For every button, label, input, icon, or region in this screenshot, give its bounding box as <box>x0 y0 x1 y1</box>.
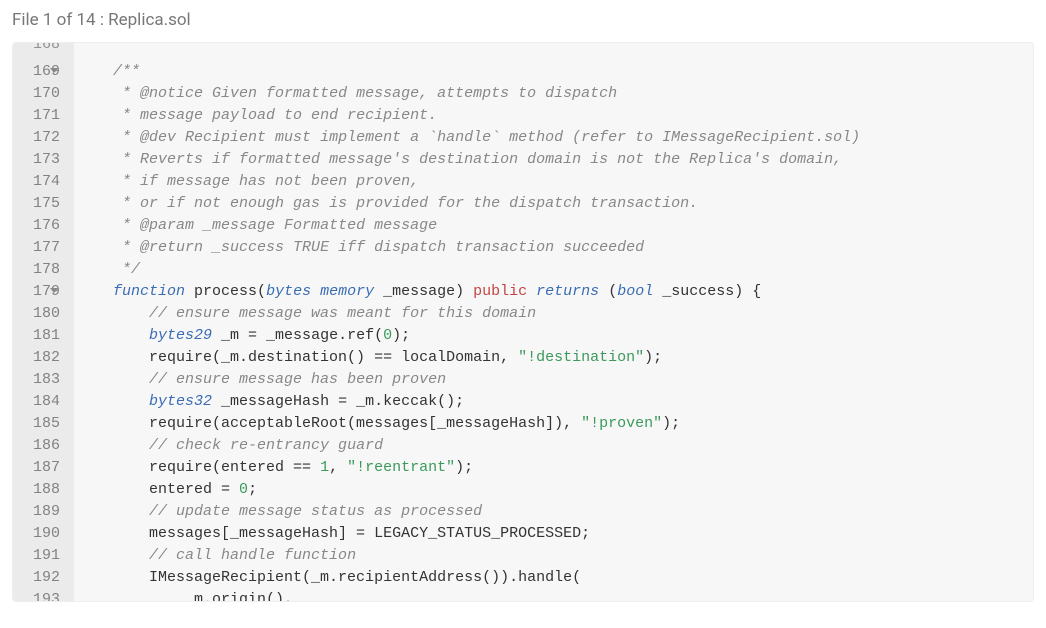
code-line[interactable]: /** <box>86 61 1033 83</box>
line-number: 188 <box>33 479 60 501</box>
code-line[interactable]: * @return _success TRUE iff dispatch tra… <box>86 237 1033 259</box>
code-line[interactable]: bytes32 _messageHash = _m.keccak(); <box>86 391 1033 413</box>
code-editor[interactable]: 1681691701711721731741751761771781791801… <box>12 42 1034 602</box>
code-line[interactable]: require(_m.destination() == localDomain,… <box>86 347 1033 369</box>
fold-arrow-icon[interactable] <box>50 68 58 73</box>
fold-arrow-icon[interactable] <box>50 288 58 293</box>
code-line-cutoff <box>86 43 1033 54</box>
code-line[interactable]: messages[_messageHash] = LEGACY_STATUS_P… <box>86 523 1033 545</box>
line-number: 182 <box>33 347 60 369</box>
line-number: 172 <box>33 127 60 149</box>
code-line[interactable]: entered = 0; <box>86 479 1033 501</box>
line-number: 178 <box>33 259 60 281</box>
code-line[interactable]: IMessageRecipient(_m.recipientAddress())… <box>86 567 1033 589</box>
line-number: 183 <box>33 369 60 391</box>
line-number: 185 <box>33 413 60 435</box>
code-line[interactable]: * @dev Recipient must implement a `handl… <box>86 127 1033 149</box>
line-number: 169 <box>33 61 60 83</box>
line-number-cutoff: 168 <box>33 43 60 54</box>
line-number: 171 <box>33 105 60 127</box>
code-line[interactable]: // check re-entrancy guard <box>86 435 1033 457</box>
code-area[interactable]: /** * @notice Given formatted message, a… <box>74 43 1033 601</box>
line-number: 174 <box>33 171 60 193</box>
code-line[interactable]: * @notice Given formatted message, attem… <box>86 83 1033 105</box>
code-line[interactable]: * @param _message Formatted message <box>86 215 1033 237</box>
line-number: 177 <box>33 237 60 259</box>
code-line[interactable]: * Reverts if formatted message's destina… <box>86 149 1033 171</box>
code-line[interactable]: // call handle function <box>86 545 1033 567</box>
code-line[interactable]: // ensure message has been proven <box>86 369 1033 391</box>
code-line-cutoff: _m.origin(), <box>86 589 1033 601</box>
code-line[interactable]: */ <box>86 259 1033 281</box>
code-line[interactable]: require(acceptableRoot(messages[_message… <box>86 413 1033 435</box>
line-number: 179 <box>33 281 60 303</box>
line-number: 180 <box>33 303 60 325</box>
line-number: 191 <box>33 545 60 567</box>
line-number: 181 <box>33 325 60 347</box>
code-line[interactable]: * message payload to end recipient. <box>86 105 1033 127</box>
line-number: 176 <box>33 215 60 237</box>
line-number-gutter: 1681691701711721731741751761771781791801… <box>13 43 74 601</box>
line-number-cutoff: 193 <box>33 589 60 601</box>
line-number: 189 <box>33 501 60 523</box>
code-line[interactable]: // update message status as processed <box>86 501 1033 523</box>
line-number: 173 <box>33 149 60 171</box>
code-line[interactable]: // ensure message was meant for this dom… <box>86 303 1033 325</box>
line-number: 187 <box>33 457 60 479</box>
line-number: 190 <box>33 523 60 545</box>
line-number: 170 <box>33 83 60 105</box>
file-header: File 1 of 14 : Replica.sol <box>12 6 1034 42</box>
line-number: 184 <box>33 391 60 413</box>
code-line[interactable]: * or if not enough gas is provided for t… <box>86 193 1033 215</box>
line-number: 175 <box>33 193 60 215</box>
line-number: 186 <box>33 435 60 457</box>
line-number: 192 <box>33 567 60 589</box>
code-line[interactable]: * if message has not been proven, <box>86 171 1033 193</box>
code-line[interactable]: bytes29 _m = _message.ref(0); <box>86 325 1033 347</box>
code-line[interactable]: function process(bytes memory _message) … <box>86 281 1033 303</box>
code-line[interactable]: require(entered == 1, "!reentrant"); <box>86 457 1033 479</box>
